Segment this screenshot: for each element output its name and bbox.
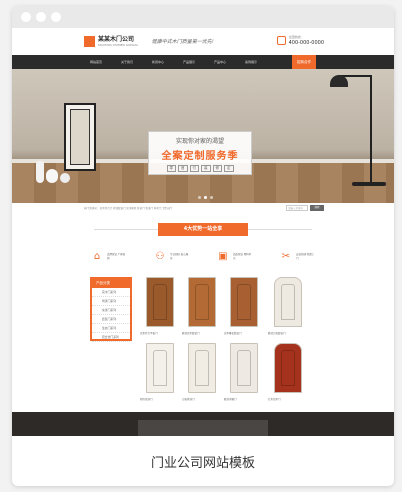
header-slogan: 健康中式木门质量第一优先! [151,39,214,45]
product-door-image[interactable] [146,277,174,327]
banner-tags: 零 首 付 装 修 定 [149,165,251,172]
category-heading: 产品分类 [92,279,130,288]
feature-item: ⌂ 品牌保证 厂家直销 [90,252,127,262]
logo-subtext: MOUMOU MUMEN GONGSI [98,43,138,47]
carousel-dot[interactable] [198,196,201,199]
nav-cta-button[interactable]: 招商合作 [292,55,316,69]
feature-item: ▣ 品质保证 用料考究 [216,252,253,262]
logo-icon [84,36,95,47]
footer-band [12,412,394,436]
feature-item: ⚇ 专业团队 贴心服务 [153,252,190,262]
logo-text: 某某木门公司 [98,36,135,43]
products-section: 产品分类 实木门系列 烤漆门系列 免漆门系列 套装门系列 生态门系列 铝合金门系… [12,271,394,411]
window-dot-icon [51,12,61,22]
product-door-image[interactable] [274,277,302,327]
feature-text: 专业团队 贴心服务 [170,253,189,260]
phone-icon [276,36,286,45]
search-button[interactable]: 搜索 [310,205,324,211]
search-input[interactable]: 请输入关键字 [286,205,308,211]
product-door-image[interactable] [274,343,302,393]
lamp-image [352,182,386,186]
team-icon: ⚇ [155,251,165,262]
category-item[interactable]: 生态门系列 [92,324,130,333]
banner-line1: 实现你对家的渴望 [175,138,224,145]
category-item[interactable]: 免漆门系列 [92,306,130,315]
template-card[interactable]: 某某木门公司 MOUMOU MUMEN GONGSI 健康中式木门质量第一优先!… [12,6,394,486]
product-name[interactable]: 实木复合平板门 [140,331,180,335]
phone-number: 400-000-0000 [288,40,324,46]
banner-door-image [64,103,96,171]
product-door-image[interactable] [230,277,258,327]
nav-item-cases[interactable]: 案例展示 [245,60,276,64]
vase-image [46,169,58,183]
advantages-heading: 4大优势一站全享 [12,217,394,243]
product-name[interactable]: 欧式实木套装门 [182,331,222,335]
product-name[interactable]: 实木雕花套装门 [224,331,264,335]
banner-tag: 零 [166,165,176,172]
hot-keywords[interactable]: 热门关键词： 实木复合门 烤漆套装门 实木家具 卧室门 免漆门 中式门 卫生间门 [84,206,172,210]
banner-line2: 全案定制服务季 [161,151,239,162]
category-item[interactable]: 烤漆门系列 [92,297,130,306]
factory-icon: ⌂ [93,251,101,262]
template-caption[interactable]: 门业公司网站模板 [12,436,394,486]
product-door-image[interactable] [146,343,174,393]
product-name[interactable]: 简约免漆门 [140,397,180,401]
window-dot-icon [21,12,31,22]
product-door-image[interactable] [188,343,216,393]
feature-item: ✂ 安装快捷 免费上门 [279,252,316,262]
category-item[interactable]: 铝合金门系列 [92,333,130,342]
site-logo[interactable]: 某某木门公司 MOUMOU MUMEN GONGSI [84,36,138,47]
nav-item-home[interactable]: 网站首页 [90,60,121,64]
vase-image [36,161,44,183]
lamp-image [330,75,348,87]
nav-item-center[interactable]: 产品中心 [214,60,245,64]
feature-text: 安装快捷 免费上门 [296,253,315,260]
tools-icon: ✂ [281,251,291,262]
window-dot-icon [36,12,46,22]
feature-text: 品牌保证 厂家直销 [107,253,126,260]
category-item[interactable]: 实木门系列 [92,288,130,297]
window-titlebar [12,6,394,28]
banner-headline-box: 实现你对家的渴望 全案定制服务季 零 首 付 装 修 定 [148,131,252,175]
section-title: 4大优势一站全享 [158,223,248,236]
hero-banner[interactable]: 实现你对家的渴望 全案定制服务季 零 首 付 装 修 定 [12,69,394,203]
banner-tag: 装 [201,165,211,172]
feature-text: 品质保证 用料考究 [233,253,252,260]
banner-tag: 首 [178,165,188,172]
features-row: ⌂ 品牌保证 厂家直销 ⚇ 专业团队 贴心服务 ▣ 品质保证 用料考究 ✂ 安装… [12,243,394,271]
vase-image [60,173,70,183]
banner-tag: 定 [224,165,234,172]
category-item[interactable]: 套装门系列 [92,315,130,324]
banner-tag: 付 [189,165,199,172]
footer-panel [138,420,268,436]
carousel-dots [198,196,213,199]
product-name[interactable]: 欧式白色套装门 [268,331,308,335]
search-row: 热门关键词： 实木复合门 烤漆套装门 实木家具 卧室门 免漆门 中式门 卫生间门… [12,203,394,213]
nav-item-news[interactable]: 新闻中心 [152,60,183,64]
product-door-image[interactable] [188,277,216,327]
nav-item-products[interactable]: 产品展示 [183,60,214,64]
main-nav: 网站首页 关于我们 新闻中心 产品展示 产品中心 案例展示 招商合作 [12,55,394,69]
product-name[interactable]: 欧式浮雕门 [224,397,264,401]
nav-item-about[interactable]: 关于我们 [121,60,152,64]
site-header: 某某木门公司 MOUMOU MUMEN GONGSI 健康中式木门质量第一优先!… [12,28,394,55]
screen-icon: ▣ [218,251,228,262]
product-door-image[interactable] [230,343,258,393]
lamp-image [370,75,372,185]
product-name[interactable]: 白色烤漆门 [182,397,222,401]
carousel-dot-active[interactable] [204,196,207,199]
website-preview: 某某木门公司 MOUMOU MUMEN GONGSI 健康中式木门质量第一优先!… [12,28,394,436]
category-panel: 产品分类 实木门系列 烤漆门系列 免漆门系列 套装门系列 生态门系列 铝合金门系… [90,277,132,342]
banner-tag: 修 [212,165,222,172]
carousel-dot[interactable] [210,196,213,199]
product-name[interactable]: 红木实木门 [268,397,308,401]
header-phone: 全国热线： 400-000-0000 [276,35,324,46]
